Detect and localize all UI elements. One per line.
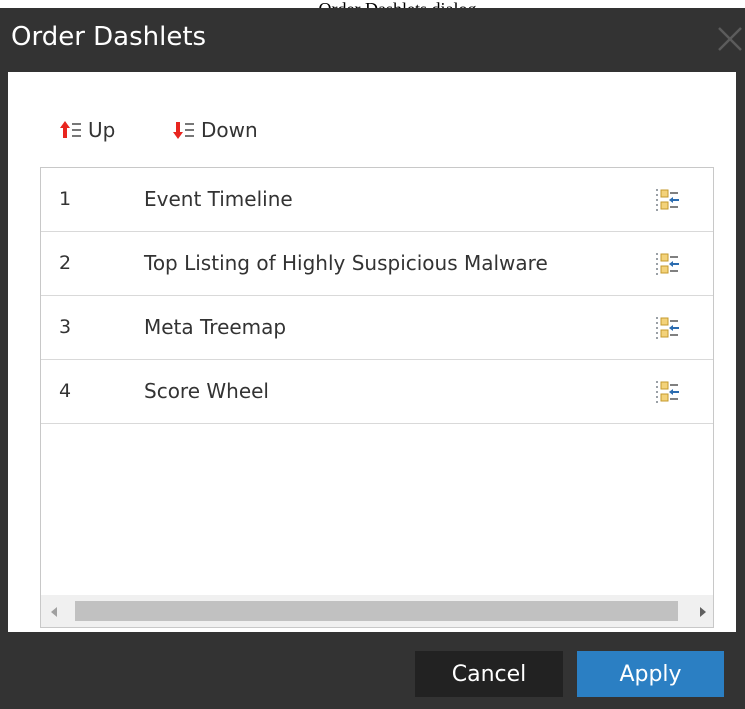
dialog-body: Up Down 1 Event Timeline 2 Top Listing o… [8, 72, 736, 632]
reorder-icon[interactable] [654, 251, 680, 277]
close-icon[interactable] [715, 24, 745, 54]
scrollbar-thumb[interactable] [75, 601, 678, 621]
row-dashlet-name: Score Wheel [144, 379, 269, 403]
dashlet-list: 1 Event Timeline 2 Top Listing of Highly… [40, 167, 714, 628]
move-up-icon [60, 121, 81, 138]
row-order: 1 [59, 188, 72, 210]
apply-button[interactable]: Apply [577, 651, 724, 697]
cancel-button[interactable]: Cancel [415, 651, 563, 697]
top-caption-text: Order Dashlets dialog [319, 0, 477, 8]
order-dashlets-dialog: Order Dashlets Up Down 1 Event Timeline … [0, 8, 745, 709]
scroll-right-icon[interactable] [696, 605, 710, 619]
move-down-button[interactable]: Down [173, 118, 258, 142]
row-order: 3 [59, 316, 72, 338]
dialog-title: Order Dashlets [11, 22, 207, 52]
row-order: 4 [59, 380, 72, 402]
reorder-icon[interactable] [654, 379, 680, 405]
table-row[interactable]: 4 Score Wheel [41, 360, 713, 424]
move-up-label: Up [88, 118, 116, 142]
move-down-icon [173, 122, 194, 139]
top-caption: Order Dashlets dialog [0, 0, 745, 8]
move-down-label: Down [201, 118, 258, 142]
table-row[interactable]: 2 Top Listing of Highly Suspicious Malwa… [41, 232, 713, 296]
horizontal-scrollbar[interactable] [41, 595, 713, 627]
reorder-icon[interactable] [654, 187, 680, 213]
row-dashlet-name: Meta Treemap [144, 315, 287, 339]
reorder-icon[interactable] [654, 315, 680, 341]
scroll-left-icon[interactable] [47, 605, 61, 619]
row-order: 2 [59, 252, 72, 274]
table-row[interactable]: 1 Event Timeline [41, 168, 713, 232]
move-up-button[interactable]: Up [60, 118, 115, 142]
row-dashlet-name: Top Listing of Highly Suspicious Malware [144, 251, 548, 275]
row-dashlet-name: Event Timeline [144, 187, 293, 211]
table-row[interactable]: 3 Meta Treemap [41, 296, 713, 360]
